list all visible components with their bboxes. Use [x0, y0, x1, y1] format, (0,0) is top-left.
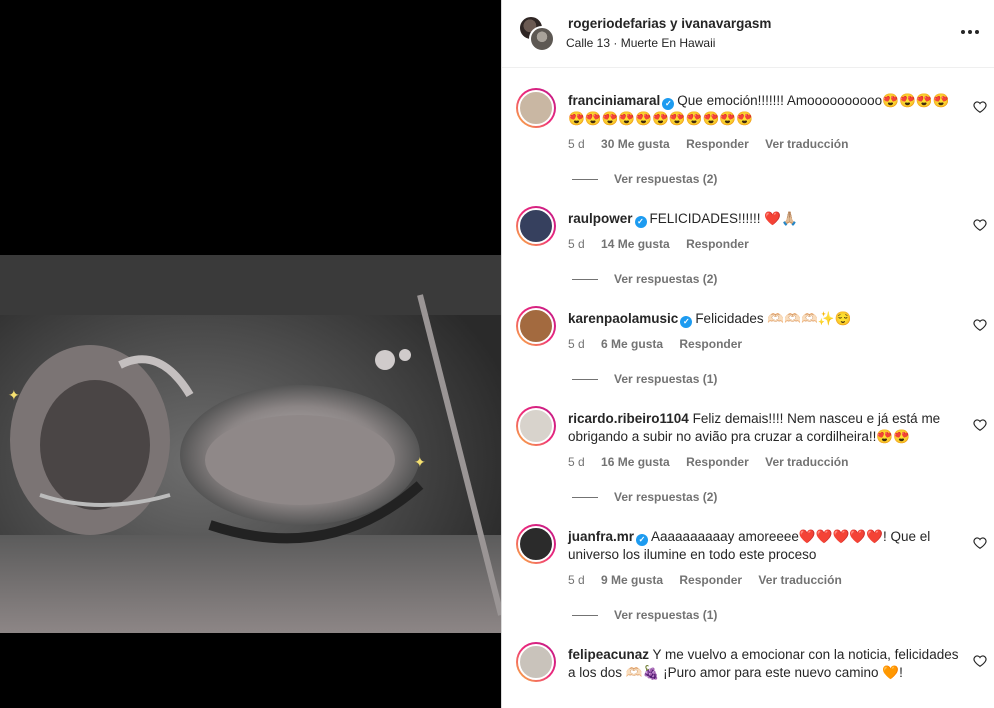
translate-button[interactable]: Ver traducción — [765, 137, 848, 151]
comment-text: FELICIDADES!!!!!! ❤️🙏🏼 — [649, 211, 798, 226]
ultrasound-image: ✦ ✦ — [0, 255, 501, 633]
comment-username[interactable]: karenpaolamusic — [568, 311, 678, 326]
verified-badge-icon: ✓ — [662, 98, 675, 110]
verified-badge-icon: ✓ — [636, 534, 649, 546]
view-replies-label: Ver respuestas (2) — [614, 172, 718, 186]
post-panel: rogeriodefarias y ivanavargasm Calle 13 … — [501, 0, 994, 708]
comment-meta: 5 d 16 Me gusta Responder Ver traducción — [568, 455, 861, 469]
more-options-button[interactable] — [958, 22, 982, 42]
author-avatars[interactable] — [518, 15, 556, 53]
comment-body: ricardo.ribeiro1104 Feliz demais!!!! Nem… — [568, 410, 960, 446]
view-replies-button[interactable]: Ver respuestas (1) — [572, 372, 717, 386]
like-heart-icon[interactable] — [973, 318, 987, 332]
post-header: rogeriodefarias y ivanavargasm Calle 13 … — [502, 0, 994, 68]
comment-username[interactable]: franciniamaral — [568, 93, 660, 108]
reply-button[interactable]: Responder — [686, 137, 749, 151]
comment-username[interactable]: ricardo.ribeiro1104 — [568, 411, 689, 426]
comment-avatar[interactable] — [516, 524, 556, 564]
comment-username[interactable]: felipeacunaz — [568, 647, 649, 662]
comment-meta: 5 d 30 Me gusta Responder Ver traducción — [568, 137, 861, 151]
comment-body: raulpower ✓ FELICIDADES!!!!!! ❤️🙏🏼 — [568, 210, 960, 228]
comment-likes[interactable]: 30 Me gusta — [601, 137, 670, 151]
comment-likes[interactable]: 16 Me gusta — [601, 455, 670, 469]
svg-text:✦: ✦ — [8, 388, 20, 404]
dot-icon — [975, 30, 979, 34]
comment-likes[interactable]: 14 Me gusta — [601, 237, 670, 251]
comment-meta: 5 d 6 Me gusta Responder — [568, 337, 755, 351]
post-media[interactable]: ✦ ✦ — [0, 0, 501, 708]
translate-button[interactable]: Ver traducción — [765, 455, 848, 469]
comment-avatar[interactable] — [516, 306, 556, 346]
replies-line — [572, 496, 598, 498]
view-replies-button[interactable]: Ver respuestas (2) — [572, 272, 717, 286]
comment-time[interactable]: 5 d — [568, 237, 585, 251]
replies-line — [572, 178, 598, 180]
comment-likes[interactable]: 9 Me gusta — [601, 573, 663, 587]
view-replies-button[interactable]: Ver respuestas (1) — [572, 608, 717, 622]
view-replies-label: Ver respuestas (2) — [614, 272, 718, 286]
like-heart-icon[interactable] — [973, 218, 987, 232]
comment-time[interactable]: 5 d — [568, 455, 585, 469]
reply-button[interactable]: Responder — [686, 237, 749, 251]
like-heart-icon[interactable] — [973, 654, 987, 668]
view-replies-label: Ver respuestas (1) — [614, 608, 718, 622]
post-authors[interactable]: rogeriodefarias y ivanavargasm — [568, 16, 771, 31]
like-heart-icon[interactable] — [973, 100, 987, 114]
comment-body: karenpaolamusic ✓ Felicidades 🫶🏻🫶🏻🫶🏻✨😌 — [568, 310, 960, 328]
view-replies-button[interactable]: Ver respuestas (2) — [572, 172, 717, 186]
view-replies-label: Ver respuestas (2) — [614, 490, 718, 504]
comment-likes[interactable]: 6 Me gusta — [601, 337, 663, 351]
comment-avatar[interactable] — [516, 406, 556, 446]
dot-icon — [961, 30, 965, 34]
comment-body: franciniamaral ✓ Que emoción!!!!!!! Amoooo… — [568, 92, 960, 128]
replies-line — [572, 614, 598, 616]
comment-avatar[interactable] — [516, 88, 556, 128]
comment-username[interactable]: juanfra.mr — [568, 529, 634, 544]
comment-time[interactable]: 5 d — [568, 137, 585, 151]
comment-meta: 5 d 9 Me gusta Responder Ver traducción — [568, 573, 855, 587]
like-heart-icon[interactable] — [973, 536, 987, 550]
dot-icon — [968, 30, 972, 34]
verified-badge-icon: ✓ — [634, 216, 647, 228]
view-replies-label: Ver respuestas (1) — [614, 372, 718, 386]
replies-line — [572, 278, 598, 280]
verified-badge-icon: ✓ — [680, 316, 693, 328]
reply-button[interactable]: Responder — [679, 337, 742, 351]
audio-track[interactable]: Calle 13 · Muerte En Hawaii — [566, 36, 715, 50]
comment-time[interactable]: 5 d — [568, 573, 585, 587]
comment-text: Felicidades 🫶🏻🫶🏻🫶🏻✨😌 — [695, 311, 852, 326]
view-replies-button[interactable]: Ver respuestas (2) — [572, 490, 717, 504]
reply-button[interactable]: Responder — [679, 573, 742, 587]
comment-meta: 5 d 14 Me gusta Responder — [568, 237, 762, 251]
comment-body: juanfra.mr ✓ Aaaaaaaaaay amoreeee❤️❤️❤️❤️❤… — [568, 528, 960, 564]
avatar[interactable] — [529, 26, 555, 52]
reply-button[interactable]: Responder — [686, 455, 749, 469]
translate-button[interactable]: Ver traducción — [758, 573, 841, 587]
comment-body: felipeacunaz Y me vuelvo a emocionar con… — [568, 646, 960, 682]
comment-time[interactable]: 5 d — [568, 337, 585, 351]
comment-username[interactable]: raulpower — [568, 211, 633, 226]
like-heart-icon[interactable] — [973, 418, 987, 432]
comment-avatar[interactable] — [516, 206, 556, 246]
comment-avatar[interactable] — [516, 642, 556, 682]
replies-line — [572, 378, 598, 380]
svg-text:✦: ✦ — [414, 455, 426, 471]
